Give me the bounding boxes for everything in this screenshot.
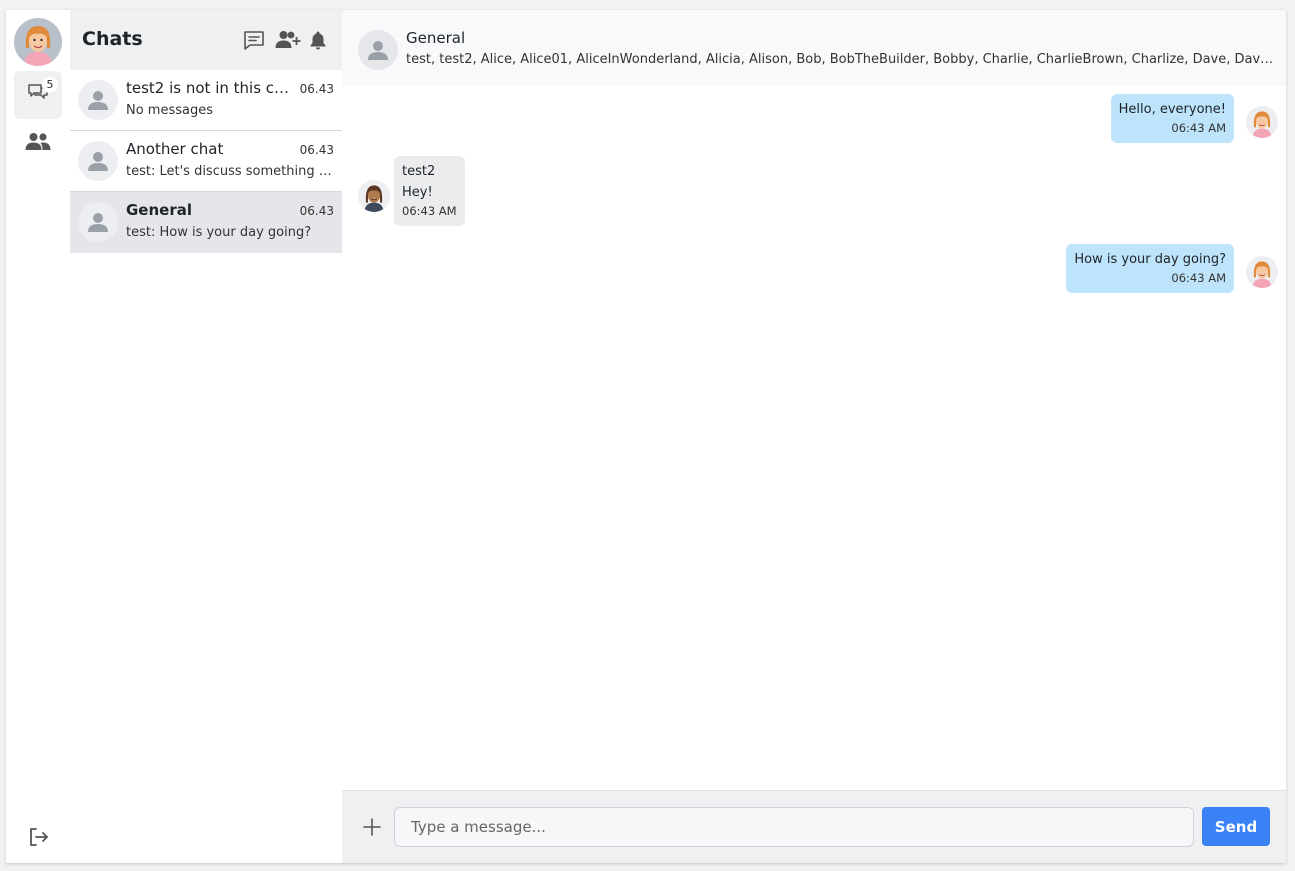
logout-icon (26, 825, 50, 853)
chat-time: 06.43 (299, 204, 334, 218)
chat-list-title: Chats (82, 28, 143, 50)
message-composer: Send (342, 790, 1286, 863)
users-nav-button[interactable] (14, 120, 62, 168)
message-text: Hey! (402, 185, 433, 200)
chat-list-item-active[interactable]: General 06.43 test: How is your day goin… (70, 192, 342, 253)
message-text: How is your day going? (1074, 252, 1226, 267)
bell-icon[interactable] (306, 28, 330, 52)
sender-avatar (358, 180, 390, 212)
chat-preview: test: How is your day going? (126, 225, 312, 240)
chat-avatar (78, 202, 118, 242)
conversation-header: General test, test2, Alice, Alice01, Ali… (342, 10, 1286, 86)
conversation-title: General (406, 29, 466, 47)
message-bubble-incoming: test2 Hey! 06:43 AM (394, 156, 465, 226)
attach-button[interactable] (358, 815, 386, 843)
nav-rail: 5 (6, 10, 70, 863)
chat-list-header: Chats (70, 10, 342, 70)
message-time: 06:43 AM (1171, 121, 1226, 135)
chat-time: 06.43 (299, 143, 334, 157)
new-chat-icon[interactable] (242, 28, 266, 52)
chat-preview: No messages (126, 103, 214, 118)
chat-name: Another chat (126, 140, 224, 158)
plus-icon (363, 818, 381, 840)
own-message-avatar (1246, 106, 1278, 138)
message-time: 06:43 AM (1171, 271, 1226, 285)
chat-name: General (126, 201, 192, 219)
chats-nav-button[interactable]: 5 (14, 71, 62, 119)
chat-app: 5 Chats test2 is not in this chat 06.43 … (6, 10, 1286, 863)
conversation-panel: General test, test2, Alice, Alice01, Ali… (342, 10, 1286, 863)
message-bubble-outgoing: How is your day going? 06:43 AM (1066, 244, 1234, 293)
message-input[interactable] (394, 807, 1194, 847)
message-sender: test2 (402, 164, 436, 179)
add-user-icon[interactable] (274, 28, 302, 52)
chat-list-item[interactable]: test2 is not in this chat 06.43 No messa… (70, 70, 342, 131)
user-avatar[interactable] (14, 18, 62, 66)
own-message-avatar (1246, 256, 1278, 288)
logout-button[interactable] (14, 815, 62, 863)
chat-list-item[interactable]: Another chat 06.43 test: Let's discuss s… (70, 131, 342, 192)
send-button[interactable]: Send (1202, 807, 1270, 846)
message-bubble-outgoing: Hello, everyone! 06:43 AM (1110, 94, 1234, 143)
chat-avatar (78, 80, 118, 120)
chat-time: 06.43 (299, 82, 334, 96)
message-text: Hello, everyone! (1118, 102, 1226, 117)
chat-preview: test: Let's discuss something interestin… (126, 164, 334, 179)
conversation-members: test, test2, Alice, Alice01, AliceInWond… (406, 52, 1274, 67)
unread-badge: 5 (42, 77, 58, 93)
chat-list-panel: Chats test2 is not in this chat 06.43 No… (70, 10, 342, 863)
message-time: 06:43 AM (402, 204, 457, 218)
chat-name: test2 is not in this chat (126, 79, 296, 97)
users-icon (25, 131, 51, 157)
conversation-avatar (358, 30, 398, 70)
chat-avatar (78, 141, 118, 181)
